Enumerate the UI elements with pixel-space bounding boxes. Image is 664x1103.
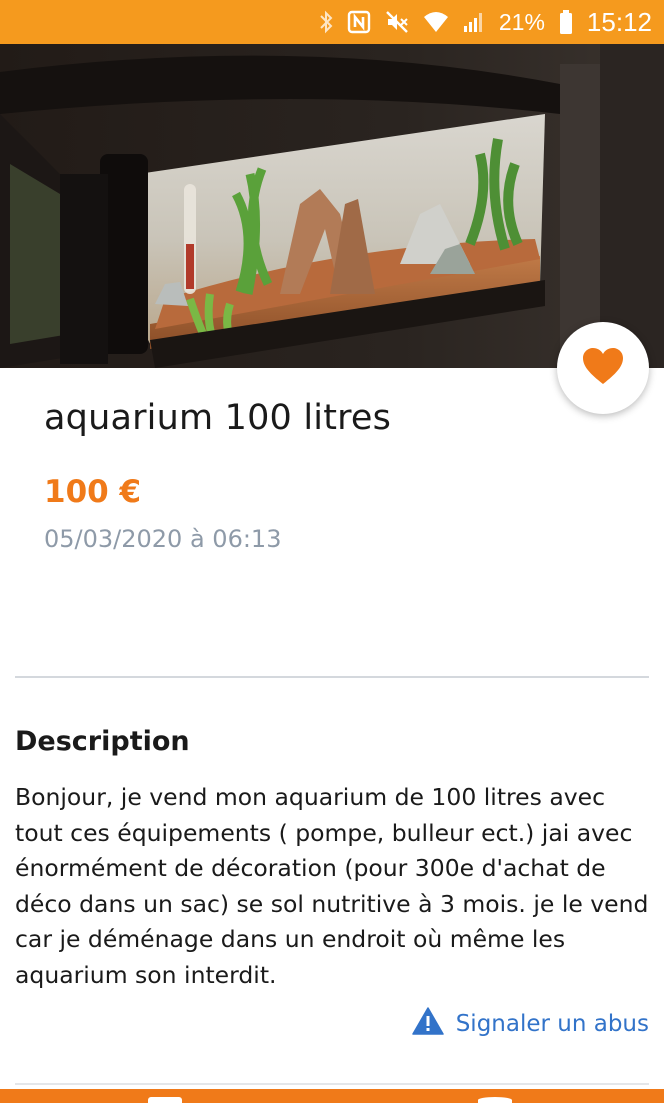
section-divider — [15, 676, 649, 678]
report-abuse-link[interactable]: Signaler un abus — [411, 1007, 649, 1041]
battery-percentage: 21% — [498, 8, 545, 35]
message-icon — [148, 1097, 182, 1103]
listing-price: 100 € — [44, 474, 142, 510]
favorite-button[interactable] — [557, 322, 649, 414]
nfc-icon — [347, 10, 371, 34]
status-bar: 21% 15:12 — [0, 0, 664, 44]
bottom-divider — [15, 1083, 649, 1085]
clock: 15:12 — [586, 6, 652, 37]
bluetooth-icon — [319, 10, 333, 34]
listing-photo[interactable] — [0, 44, 664, 368]
bottom-action-bar[interactable] — [0, 1089, 664, 1103]
listing-date: 05/03/2020 à 06:13 — [44, 525, 282, 553]
listing-title: aquarium 100 litres — [44, 398, 392, 438]
mute-icon — [385, 10, 409, 34]
description-heading: Description — [15, 726, 190, 757]
aquarium-photo — [0, 44, 664, 368]
report-abuse-label: Signaler un abus — [455, 1011, 649, 1037]
description-body: Bonjour, je vend mon aquarium de 100 lit… — [15, 783, 649, 989]
battery-icon — [559, 10, 573, 34]
contact-icon — [478, 1097, 512, 1103]
wifi-icon — [423, 11, 449, 33]
signal-icon — [463, 11, 485, 33]
heart-icon — [581, 346, 625, 390]
warning-icon — [411, 1007, 444, 1041]
